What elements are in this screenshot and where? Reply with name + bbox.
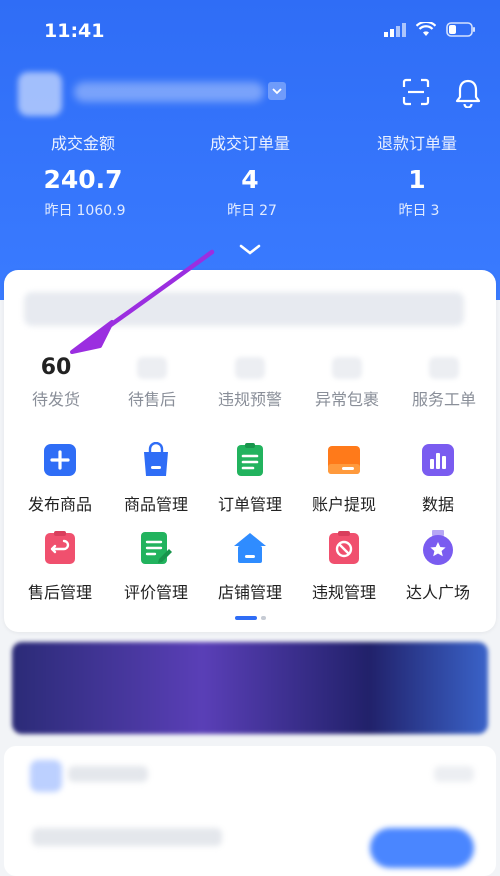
order-label: 异常包裹 — [314, 390, 379, 409]
stat-label: 成交订单量 — [209, 134, 290, 153]
prohibited-icon — [329, 531, 359, 564]
page-dot-active — [235, 616, 257, 620]
tile-label: 违规管理 — [311, 583, 376, 602]
stat-transaction-amount[interactable]: 成交金额 240.7 昨日 1060.9 — [0, 132, 166, 222]
return-icon — [45, 531, 75, 564]
stat-refund-count[interactable]: 退款订单量 1 昨日 3 — [334, 132, 500, 222]
stat-yesterday: 昨日 3 — [398, 203, 440, 219]
store-icon — [234, 533, 266, 563]
tile-publish-product[interactable]: 发布商品 — [12, 442, 108, 516]
order-status-pending-shipment[interactable]: 60 待发货 — [6, 350, 106, 414]
quick-actions-card: 60 待发货 待售后 违规预警 异常包裹 服务工单 发布商品 商品管理 订单管理… — [4, 270, 496, 632]
tile-label: 订单管理 — [217, 495, 282, 514]
lower-card-title-blurred — [68, 766, 148, 782]
bell-icon[interactable] — [454, 78, 482, 108]
bar-chart-icon — [422, 444, 454, 476]
wifi-icon — [416, 22, 436, 36]
order-status-violation-warning[interactable]: 违规预警 — [200, 350, 300, 414]
lower-card-text-blurred — [32, 828, 222, 846]
stat-yesterday: 昨日 27 — [227, 203, 277, 219]
dashboard-header: 11:41 成交金额 240.7 昨日 1060.9 成交订单量 4 昨日 27… — [0, 0, 500, 300]
tile-label: 达人广场 — [405, 583, 470, 602]
chevron-down-icon[interactable] — [268, 82, 286, 100]
tile-label: 账户提现 — [311, 495, 376, 514]
order-label: 违规预警 — [217, 390, 282, 409]
stat-value: 4 — [241, 165, 259, 194]
order-label: 待发货 — [31, 390, 80, 409]
clipboard-icon — [237, 443, 263, 476]
lower-card-icon-blurred — [30, 760, 62, 792]
tile-label: 数据 — [421, 495, 454, 514]
order-label: 服务工单 — [411, 390, 476, 409]
tile-order-management[interactable]: 订单管理 — [202, 442, 298, 516]
order-status-pending-aftersale[interactable]: 待售后 — [102, 350, 202, 414]
order-count-blurred — [137, 357, 167, 379]
tile-store-management[interactable]: 店铺管理 — [202, 530, 298, 604]
tile-label: 售后管理 — [27, 583, 92, 602]
tile-label: 商品管理 — [123, 495, 188, 514]
lower-card — [4, 746, 496, 876]
tile-influencer-plaza[interactable]: 达人广场 — [390, 530, 486, 604]
notice-bar-blurred[interactable] — [24, 292, 464, 326]
lower-card-more-blurred[interactable] — [434, 766, 474, 782]
shopping-bag-icon — [144, 441, 168, 476]
edit-note-icon — [141, 532, 172, 564]
tile-product-management[interactable]: 商品管理 — [108, 441, 204, 516]
tile-account-withdrawal[interactable]: 账户提现 — [296, 442, 392, 516]
tile-label: 店铺管理 — [217, 583, 282, 602]
expand-chevron-icon[interactable] — [238, 243, 262, 257]
stat-label: 退款订单量 — [376, 134, 457, 153]
wallet-icon — [328, 446, 360, 474]
stat-label: 成交金额 — [50, 134, 115, 153]
page-indicator — [235, 616, 266, 620]
tile-label: 发布商品 — [27, 495, 92, 514]
tile-label: 评价管理 — [123, 583, 188, 602]
store-avatar — [18, 72, 62, 116]
order-count: 60 — [40, 355, 72, 380]
order-count-blurred — [235, 357, 265, 379]
stat-yesterday: 昨日 1060.9 — [44, 203, 126, 219]
battery-icon — [446, 22, 475, 37]
tile-data[interactable]: 数据 — [390, 442, 486, 516]
promo-banner-blurred[interactable] — [12, 642, 488, 734]
status-bar: 11:41 — [0, 0, 500, 60]
page-dot — [261, 616, 266, 620]
stats-panel: 成交金额 240.7 昨日 1060.9 成交订单量 4 昨日 27 退款订单量 1… — [0, 132, 500, 232]
lower-card-button-blurred[interactable] — [370, 828, 474, 868]
cellular-signal-icon — [384, 22, 406, 37]
plus-icon — [44, 444, 76, 476]
status-time: 11:41 — [44, 20, 105, 42]
tile-violation-management[interactable]: 违规管理 — [296, 530, 392, 604]
stat-value: 1 — [408, 165, 426, 194]
stat-value: 240.7 — [43, 165, 123, 194]
store-name-blurred — [74, 82, 264, 102]
tile-review-management[interactable]: 评价管理 — [108, 530, 204, 604]
order-count-blurred — [332, 357, 362, 379]
order-status-abnormal-package[interactable]: 异常包裹 — [297, 350, 397, 414]
order-label: 待售后 — [127, 390, 176, 409]
order-count-blurred — [429, 357, 459, 379]
scan-icon[interactable] — [402, 78, 430, 106]
status-icons — [384, 22, 476, 37]
order-status-service-ticket[interactable]: 服务工单 — [394, 350, 494, 414]
order-status-row: 60 待发货 待售后 违规预警 异常包裹 服务工单 — [4, 350, 496, 420]
stat-order-count[interactable]: 成交订单量 4 昨日 27 — [167, 132, 333, 222]
tile-aftersale-management[interactable]: 售后管理 — [12, 530, 108, 604]
star-badge-icon — [423, 530, 453, 565]
